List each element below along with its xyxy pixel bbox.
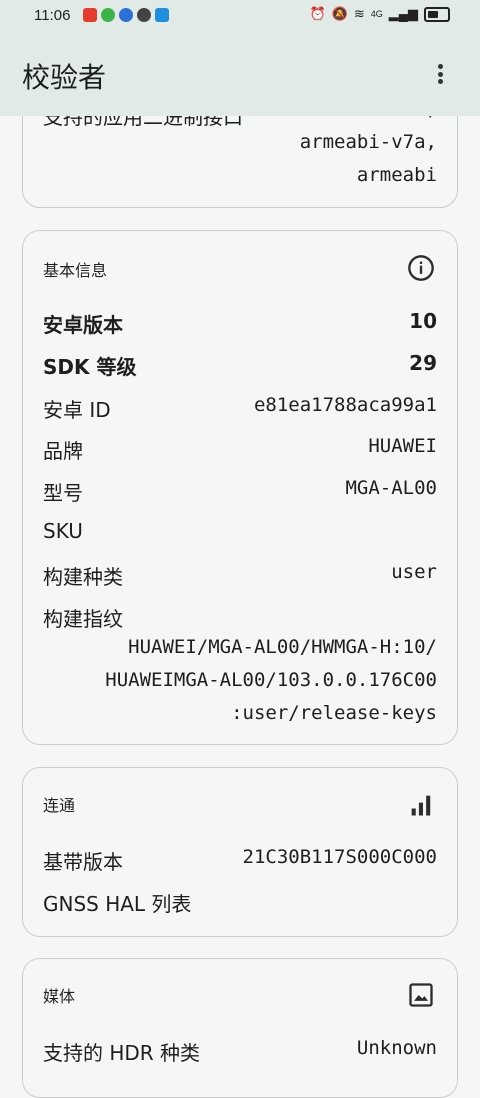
row-key: 构建种类 [43, 565, 123, 589]
info-row: 型号 MGA-AL00 [43, 477, 437, 507]
row-key: 安卓版本 [43, 313, 123, 337]
mute-icon: 🔕 [331, 6, 348, 21]
info-row: 安卓 ID e81ea1788aca99a1 [43, 394, 437, 424]
status-time: 11:06 [34, 7, 71, 24]
browser-icon [119, 8, 133, 22]
row-key: SDK 等级 [43, 355, 137, 379]
fingerprint-label: 构建指纹 [43, 607, 123, 631]
row-key: 基带版本 [43, 850, 123, 874]
fingerprint-value: HUAWEI/MGA-AL00/HWMGA-H:10/HUAWEIMGA-AL0… [105, 631, 437, 730]
row-value: user [391, 561, 437, 583]
shield-app-icon [155, 8, 169, 22]
fingerprint-line: :user/release-keys [231, 702, 437, 724]
row-value: MGA-AL00 [345, 477, 437, 499]
info-row: 构建指纹 [43, 603, 437, 633]
info-row: SKU [43, 519, 437, 549]
row-key: 安卓 ID [43, 398, 111, 422]
connectivity-card: 连通 基带版本 21C30B117S000C000 GNSS HAL 列表 [22, 767, 458, 937]
card-title: 媒体 [43, 987, 76, 1006]
row-value: e81ea1788aca99a1 [253, 394, 437, 416]
fingerprint-line: HUAWEI/MGA-AL00/HWMGA-H:10/ [128, 636, 437, 658]
row-value: 29 [409, 351, 437, 375]
row-key: 型号 [43, 481, 83, 505]
info-row: 支持的 HDR 种类 Unknown [43, 1037, 437, 1067]
status-bar: 11:06 ⏰ 🔕 ≋ 4G ▂▄▆ [0, 0, 480, 32]
row-key: 支持的 HDR 种类 [43, 1041, 201, 1065]
media-card: 媒体 支持的 HDR 种类 Unknown [22, 958, 458, 1098]
card-title: 基本信息 [43, 261, 108, 280]
wechat-icon [101, 8, 115, 22]
app-bar: 校验者 [0, 32, 480, 116]
abi-value: armeabi-v7a, [299, 131, 437, 153]
info-row: 品牌 HUAWEI [43, 435, 437, 465]
qq-icon [137, 8, 151, 22]
row-value: 10 [409, 309, 437, 333]
row-value: HUAWEI [368, 435, 437, 457]
app-notification-icon [83, 8, 97, 22]
info-row: GNSS HAL 列表 [43, 888, 437, 918]
network-type: 4G [370, 9, 383, 19]
abi-value: armeabi [356, 164, 437, 186]
more-options-icon[interactable] [428, 62, 452, 86]
basic-info-card: 基本信息 安卓版本 10 SDK 等级 29 安卓 ID e81ea1788ac… [22, 230, 458, 745]
row-key: 品牌 [43, 439, 83, 463]
app-title: 校验者 [22, 62, 107, 93]
fingerprint-line: HUAWEIMGA-AL00/103.0.0.176C00 [105, 669, 437, 691]
info-row: 构建种类 user [43, 561, 437, 591]
info-icon[interactable] [407, 254, 435, 282]
signal-bars-icon[interactable] [407, 791, 435, 819]
image-icon[interactable] [407, 981, 435, 1009]
row-value: Unknown [356, 1037, 437, 1059]
row-value: 21C30B117S000C000 [242, 846, 437, 868]
battery-icon [424, 6, 450, 22]
alarm-icon: ⏰ [309, 6, 326, 21]
row-key: SKU [43, 519, 83, 543]
signal-icon: ▂▄▆ [388, 6, 418, 21]
info-row: 基带版本 21C30B117S000C000 [43, 846, 437, 876]
info-row: 安卓版本 10 [43, 309, 437, 339]
row-key: GNSS HAL 列表 [43, 892, 192, 916]
system-icons: ⏰ 🔕 ≋ 4G ▂▄▆ [309, 6, 450, 22]
notification-icons [83, 8, 169, 22]
wifi-icon: ≋ [353, 6, 365, 21]
card-title: 连通 [43, 796, 76, 815]
info-row: SDK 等级 29 [43, 351, 437, 381]
